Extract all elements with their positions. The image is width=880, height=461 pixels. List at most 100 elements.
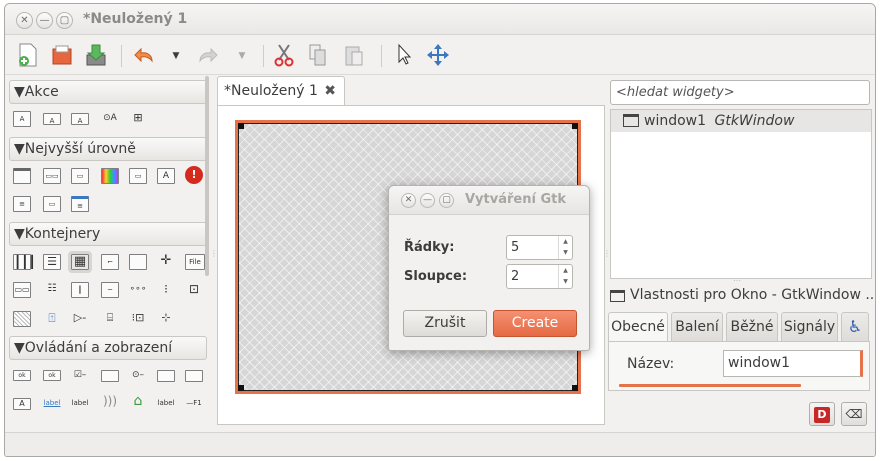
tab-packing[interactable]: Balení [671, 312, 723, 342]
help-button[interactable]: D [809, 402, 835, 426]
tab-general[interactable]: Obecné [608, 312, 668, 343]
resize-handle[interactable] [572, 123, 578, 129]
recent-action-icon[interactable]: A [71, 113, 89, 125]
filechooser-widget-icon[interactable]: File [185, 254, 205, 270]
toggle-action-icon[interactable]: A [43, 113, 61, 125]
palette-section-toplevels[interactable]: ▼Nejvyšší úrovně [9, 137, 207, 161]
clear-button[interactable]: ⌫ [841, 402, 867, 426]
handlebox-icon[interactable]: ⌸ [101, 311, 119, 327]
accel-key-icon[interactable]: —F1 [185, 396, 203, 412]
eventbox-icon[interactable] [13, 311, 31, 327]
undo-dropdown-icon[interactable]: ▼ [163, 43, 189, 69]
tab-common[interactable]: Běžné [726, 312, 778, 342]
maximize-window-button[interactable]: ▢ [56, 12, 73, 29]
palette-section-controls[interactable]: ▼Ovládání a zobrazení [9, 336, 207, 360]
toggle-button-icon[interactable]: ok [43, 370, 61, 381]
copy-icon[interactable] [305, 43, 331, 69]
image-widget-icon[interactable]: ⌂ [129, 394, 147, 410]
file-chooser-dialog-icon[interactable]: ▭ [129, 168, 147, 184]
spin-up-icon[interactable]: ▲ [559, 236, 572, 247]
dialog-widget-icon[interactable]: ▭▭ [43, 168, 61, 184]
resize-handle[interactable] [572, 385, 578, 391]
font-selection-icon[interactable]: A [157, 168, 175, 184]
color-selection-icon[interactable] [101, 168, 119, 184]
notebook-icon[interactable]: ⌐ [101, 254, 119, 270]
label-a-icon[interactable]: A [13, 398, 31, 410]
save-icon[interactable] [83, 43, 109, 69]
button-widget-icon[interactable]: ok [13, 370, 31, 381]
pane-grip[interactable]: ⋯ [733, 276, 741, 285]
undo-icon[interactable] [131, 43, 157, 69]
viewport-icon[interactable]: ⊹ [157, 311, 175, 327]
new-file-icon[interactable] [15, 43, 41, 69]
drag-move-icon[interactable] [425, 43, 451, 69]
window-widget-icon[interactable] [13, 168, 31, 184]
spin-down-icon[interactable]: ▼ [559, 247, 572, 258]
tab-document[interactable]: *Neuložený 1 ✖ [217, 76, 345, 106]
check-button-icon[interactable]: ☑– [71, 368, 89, 384]
cut-icon[interactable] [271, 43, 297, 69]
close-window-button[interactable]: ✕ [16, 12, 33, 29]
action-group-icon[interactable]: ⊞ [129, 111, 147, 127]
scale-button-icon[interactable] [185, 370, 203, 382]
tab-signals[interactable]: Signály [781, 312, 838, 342]
resize-handle[interactable] [238, 123, 244, 129]
properties-scrollbar[interactable] [619, 384, 801, 387]
paste-icon[interactable] [341, 43, 367, 69]
input-dialog-icon[interactable]: ≡ [13, 196, 31, 212]
pane-grip[interactable]: ⋮ [603, 249, 611, 258]
resize-handle[interactable] [238, 385, 244, 391]
toolpalette-icon[interactable]: ⁝ [157, 282, 175, 298]
redo-icon[interactable] [195, 43, 221, 69]
minimize-window-button[interactable]: — [36, 12, 53, 29]
close-tab-icon[interactable]: ✖ [324, 77, 336, 105]
layout-icon[interactable]: ⊡ [185, 282, 203, 298]
action-icon[interactable]: A [13, 111, 31, 127]
message-dialog-icon[interactable]: ! [185, 166, 203, 184]
widget-search-input[interactable]: <hledat widgety> [610, 80, 870, 105]
palette-section-containers[interactable]: ▼Kontejnery [9, 222, 207, 246]
menubar-icon[interactable]: ☷ [43, 282, 61, 298]
paned-icon[interactable]: ┃ [71, 282, 89, 298]
columns-spinner[interactable]: 2 ▲ ▼ [506, 264, 573, 289]
cancel-button[interactable]: Zrušit [403, 310, 487, 337]
button-box-icon[interactable]: ▭▭ [13, 282, 31, 298]
spin-up-icon[interactable]: ▲ [559, 265, 572, 276]
radio-action-icon[interactable]: ⊙A [99, 111, 121, 127]
about-dialog-icon[interactable]: ▭ [71, 168, 89, 184]
hbox-icon[interactable]: ┃┃┃ [13, 254, 36, 270]
label-widget-icon[interactable]: label [43, 396, 61, 412]
spin-down-icon[interactable]: ▼ [559, 276, 572, 287]
tree-row-window1[interactable]: window1 GtkWindow [611, 110, 871, 132]
vbox-icon[interactable]: ☰ [43, 254, 61, 270]
alignment-icon[interactable]: ▷- [71, 311, 89, 327]
entry-label-icon[interactable]: label [157, 396, 175, 412]
name-field[interactable]: window1 [723, 350, 863, 377]
open-file-icon[interactable] [49, 43, 75, 69]
expander-icon[interactable]: ⍐ [43, 311, 61, 327]
dialog-close-button[interactable]: ✕ [401, 193, 416, 208]
dialog-minimize-button[interactable]: — [420, 193, 435, 208]
volume-button-icon[interactable]: ))) [101, 394, 119, 410]
frame-icon[interactable] [129, 254, 147, 270]
fixed-icon[interactable]: ✛ [157, 254, 175, 270]
aspect-frame-icon[interactable]: ⁝⊡ [129, 311, 147, 327]
spin-button-icon[interactable] [101, 370, 119, 382]
recent-chooser-icon[interactable]: ▭ [43, 196, 61, 212]
accel-label-icon[interactable]: label [71, 396, 89, 412]
palette-scrollbar[interactable] [205, 76, 209, 276]
grid-icon[interactable]: ▦ [68, 251, 92, 273]
pointer-icon[interactable] [391, 43, 417, 69]
tab-accessibility[interactable]: ♿ [841, 312, 869, 342]
rows-spinner[interactable]: 5 ▲ ▼ [506, 235, 573, 260]
spin-arrows[interactable]: ▲ ▼ [558, 265, 572, 288]
redo-dropdown-icon[interactable]: ▼ [229, 43, 255, 69]
radio-button-icon[interactable]: ⊙– [129, 368, 147, 384]
assistant-icon[interactable]: ≡ [71, 196, 89, 212]
vpaned-icon[interactable]: ─ [101, 282, 119, 298]
link-button-icon[interactable] [157, 370, 175, 382]
pane-grip[interactable]: ⋮ [210, 249, 218, 258]
palette-section-akce[interactable]: ▼Akce [9, 80, 207, 104]
spin-arrows[interactable]: ▲ ▼ [558, 236, 572, 259]
create-button[interactable]: Create [493, 310, 577, 337]
